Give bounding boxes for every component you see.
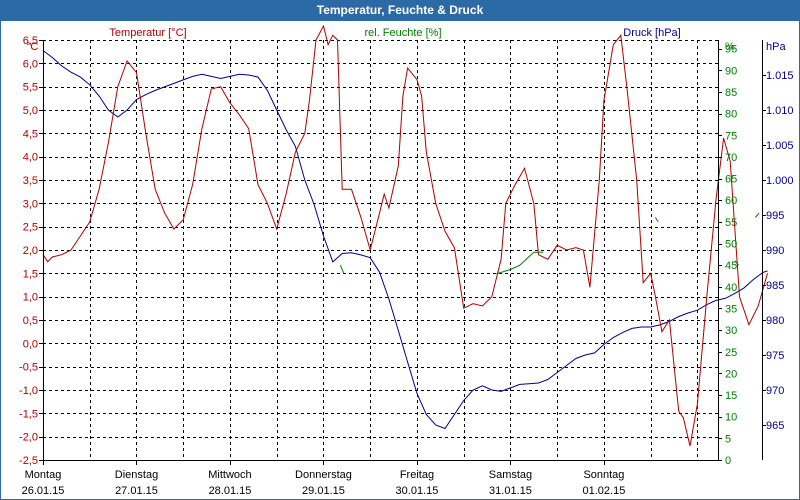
temperature-tick-label: 3,0: [23, 198, 38, 210]
x-tick-label-date: 26.01.15: [22, 485, 65, 497]
humidity-tick-label: 45: [725, 260, 737, 272]
temperature-tick-label: 1,0: [23, 292, 38, 304]
temperature-tick-label: 2,0: [23, 245, 38, 257]
temperature-tick-label: 5,0: [23, 105, 38, 117]
temperature-tick-label: -2,5: [19, 455, 38, 467]
pressure-tick-label: 985: [766, 280, 784, 292]
humidity-series-line: [339, 265, 345, 274]
x-tick-label-date: 29.01.15: [302, 485, 345, 497]
x-tick-label-day: Samstag: [489, 469, 532, 481]
pressure-tick-label: 1.005: [766, 140, 794, 152]
temperature-tick-label: 4,5: [23, 128, 38, 140]
humidity-series-line: [654, 217, 659, 223]
humidity-series-title: rel. Feuchte [%]: [364, 27, 441, 39]
temperature-series-title: Temperatur [°C]: [109, 27, 186, 39]
x-tick-label-date: 31.01.15: [489, 485, 532, 497]
pressure-tick-label: 1.010: [766, 105, 794, 117]
pressure-unit-label: hPa: [766, 41, 786, 53]
humidity-series-line: [755, 212, 760, 218]
pressure-tick-label: 1.000: [766, 175, 794, 187]
temperature-series-line: [42, 24, 768, 447]
temperature-tick-label: 1,5: [23, 268, 38, 280]
pressure-tick-label: 980: [766, 315, 784, 327]
pressure-tick-label: 995: [766, 210, 784, 222]
humidity-tick-label: 20: [725, 368, 737, 380]
humidity-tick-label: 30: [725, 325, 737, 337]
humidity-tick-label: 80: [725, 109, 737, 121]
temperature-tick-label: 6,0: [23, 58, 38, 70]
temperature-tick-label: 4,0: [23, 152, 38, 164]
pressure-tick-label: 970: [766, 385, 784, 397]
x-tick-label-day: Donnerstag: [295, 469, 352, 481]
humidity-tick-label: 65: [725, 174, 737, 186]
x-tick-label-date: 27.01.15: [115, 485, 158, 497]
axis-labels: Montag 26.01.15 Dienstag 27.01.15 Mittwoch 28…: [19, 27, 794, 497]
grid-lines: [43, 40, 718, 461]
humidity-tick-label: 0: [725, 455, 731, 467]
temperature-tick-label: 0,0: [23, 338, 38, 350]
humidity-tick-label: 70: [725, 152, 737, 164]
temperature-unit-label: °C: [26, 41, 38, 53]
humidity-tick-label: 15: [725, 390, 737, 402]
temperature-tick-label: 3,5: [23, 175, 38, 187]
humidity-tick-label: 25: [725, 347, 737, 359]
x-tick-label-date: 01.02.15: [583, 485, 626, 497]
pressure-tick-label: 990: [766, 245, 784, 257]
pressure-series-line: [42, 50, 768, 430]
temperature-tick-label: 2,5: [23, 222, 38, 234]
x-tick-label-date: 30.01.15: [396, 485, 439, 497]
x-tick-label-day: Dienstag: [115, 469, 158, 481]
humidity-tick-label: 60: [725, 195, 737, 207]
humidity-tick-label: 50: [725, 239, 737, 251]
humidity-series-line: [496, 251, 544, 275]
x-tick-label-date: 28.01.15: [209, 485, 252, 497]
humidity-tick-label: 35: [725, 303, 737, 315]
temperature-tick-label: -1,5: [19, 408, 38, 420]
humidity-tick-label: 5: [725, 433, 731, 445]
temperature-tick-label: -1,0: [19, 385, 38, 397]
temperature-tick-label: -0,5: [19, 362, 38, 374]
x-tick-label-day: Montag: [25, 469, 62, 481]
humidity-tick-label: 55: [725, 217, 737, 229]
humidity-tick-label: 90: [725, 65, 737, 77]
pressure-series-title: Druck [hPa]: [623, 27, 680, 39]
temperature-tick-label: 5,5: [23, 82, 38, 94]
x-tick-label-day: Freitag: [400, 469, 434, 481]
humidity-tick-label: 75: [725, 130, 737, 142]
humidity-tick-label: 85: [725, 87, 737, 99]
x-tick-label-day: Sonntag: [583, 469, 624, 481]
weather-chart: Montag 26.01.15 Dienstag 27.01.15 Mittwoch 28…: [19, 24, 794, 497]
temperature-tick-label: 0,5: [23, 315, 38, 327]
x-tick-label-day: Mittwoch: [208, 469, 251, 481]
humidity-unit-label: %: [725, 41, 735, 53]
series-lines: [42, 24, 768, 447]
humidity-tick-label: 40: [725, 282, 737, 294]
humidity-tick-label: 10: [725, 412, 737, 424]
pressure-tick-label: 975: [766, 350, 784, 362]
pressure-tick-label: 965: [766, 420, 784, 432]
temperature-tick-label: -2,0: [19, 432, 38, 444]
pressure-tick-label: 1.015: [766, 70, 794, 82]
